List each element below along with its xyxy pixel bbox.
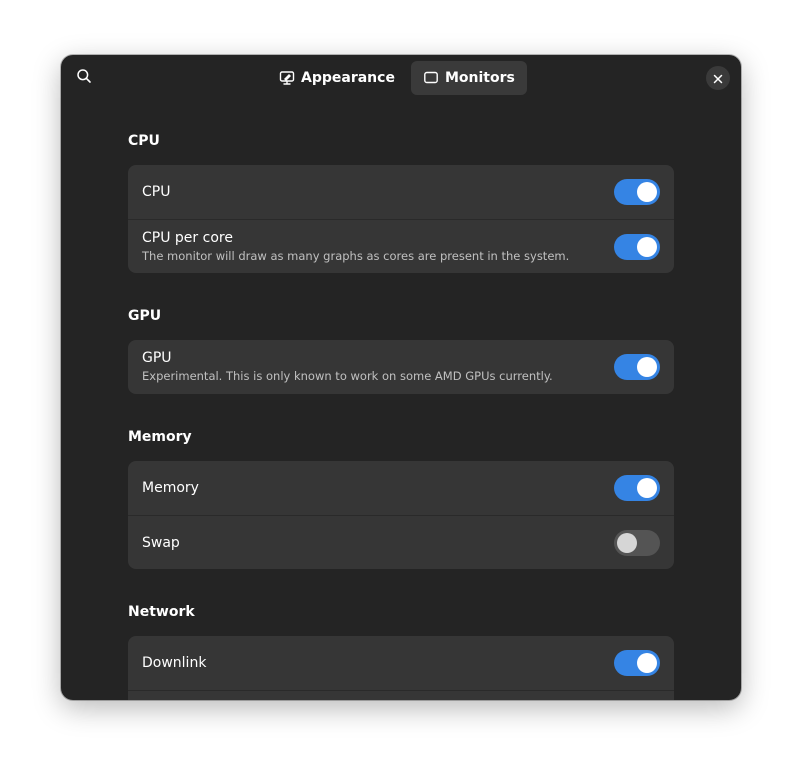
close-icon bbox=[713, 69, 723, 88]
section-title-gpu: GPU bbox=[128, 308, 162, 324]
cpu-switch[interactable] bbox=[614, 179, 660, 205]
header-bar: Appearance Monitors bbox=[61, 55, 741, 101]
row-text: CPU bbox=[142, 183, 170, 201]
row-memory[interactable]: Memory bbox=[128, 461, 674, 515]
switch-knob bbox=[637, 478, 657, 498]
preferences-content: CPU CPU CPU per core The monitor will dr… bbox=[128, 131, 674, 700]
group-memory: Memory Swap bbox=[128, 461, 674, 569]
row-gpu[interactable]: GPU Experimental. This is only known to … bbox=[128, 340, 674, 394]
group-network: Downlink bbox=[128, 636, 674, 700]
row-title: CPU per core bbox=[142, 229, 233, 246]
row-title: Downlink bbox=[142, 655, 207, 671]
swap-switch[interactable] bbox=[614, 530, 660, 556]
row-text: Swap bbox=[142, 534, 180, 552]
row-text: Memory bbox=[142, 479, 199, 497]
switch-knob bbox=[617, 533, 637, 553]
search-button[interactable] bbox=[71, 65, 97, 91]
section-title-cpu: CPU bbox=[128, 133, 160, 149]
tab-monitors-label: Monitors bbox=[444, 70, 515, 86]
search-icon bbox=[76, 68, 92, 88]
tab-appearance[interactable]: Appearance bbox=[267, 61, 407, 95]
row-downlink[interactable]: Downlink bbox=[128, 636, 674, 690]
switch-knob bbox=[637, 357, 657, 377]
switch-knob bbox=[637, 237, 657, 257]
row-text: GPU Experimental. This is only known to … bbox=[142, 349, 553, 385]
view-switcher: Appearance Monitors bbox=[267, 61, 527, 95]
row-title: CPU bbox=[142, 184, 171, 200]
row-title: Memory bbox=[142, 480, 199, 496]
row-swap[interactable]: Swap bbox=[128, 515, 674, 569]
row-text: CPU per core The monitor will draw as ma… bbox=[142, 229, 569, 265]
group-cpu: CPU CPU per core The monitor will draw a… bbox=[128, 165, 674, 273]
downlink-switch[interactable] bbox=[614, 650, 660, 676]
row-cpu[interactable]: CPU bbox=[128, 165, 674, 219]
row-cpu-per-core[interactable]: CPU per core The monitor will draw as ma… bbox=[128, 219, 674, 273]
memory-switch[interactable] bbox=[614, 475, 660, 501]
tab-monitors[interactable]: Monitors bbox=[410, 61, 527, 95]
group-gpu: GPU Experimental. This is only known to … bbox=[128, 340, 674, 394]
section-title-network: Network bbox=[128, 604, 195, 620]
section-title-memory: Memory bbox=[128, 429, 192, 445]
appearance-icon bbox=[279, 70, 295, 86]
row-subtitle: Experimental. This is only known to work… bbox=[142, 369, 553, 383]
row-title: Swap bbox=[142, 534, 180, 551]
row-title: GPU bbox=[142, 350, 172, 366]
row-subtitle: The monitor will draw as many graphs as … bbox=[142, 248, 570, 263]
gpu-switch[interactable] bbox=[614, 354, 660, 380]
preferences-window: Appearance Monitors CPU CPU CPU per core… bbox=[61, 55, 741, 700]
close-button[interactable] bbox=[706, 66, 730, 90]
cpu-per-core-switch[interactable] bbox=[614, 234, 660, 260]
row-text: Downlink bbox=[142, 654, 206, 672]
monitor-icon bbox=[423, 70, 439, 86]
switch-knob bbox=[637, 182, 657, 202]
switch-knob bbox=[637, 653, 657, 673]
tab-appearance-label: Appearance bbox=[301, 70, 395, 86]
row-network-2[interactable] bbox=[128, 690, 674, 700]
